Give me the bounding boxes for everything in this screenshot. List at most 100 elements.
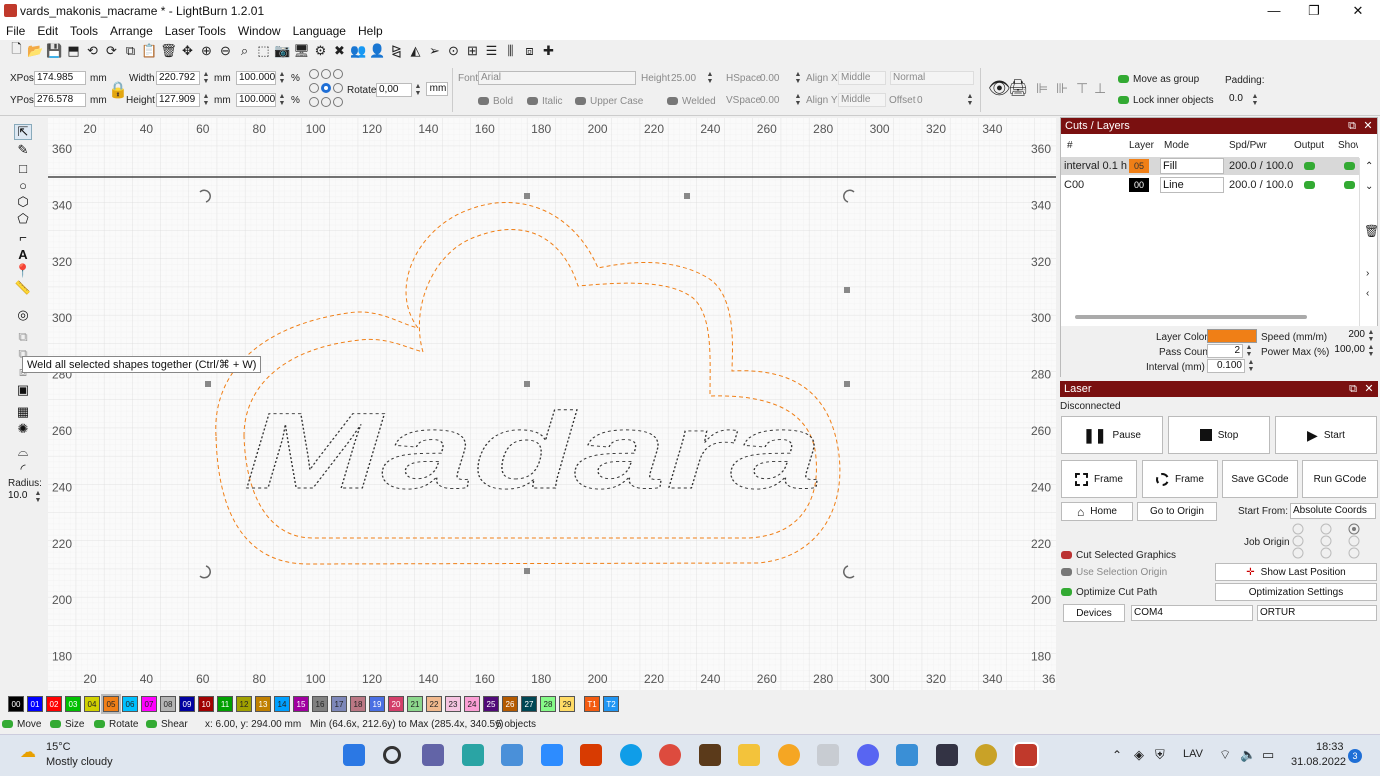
file-explorer-icon[interactable] <box>738 744 760 766</box>
delete-layer-icon[interactable]: 🗑 <box>1364 224 1379 238</box>
vspace-input[interactable]: 0.00 <box>760 95 779 106</box>
stop-button[interactable]: Stop <box>1168 416 1270 454</box>
move-icon[interactable]: ✥ <box>179 43 196 60</box>
round-corner-icon[interactable]: ◜ <box>14 461 32 477</box>
corner-icon[interactable]: ⌐ <box>14 229 32 245</box>
palette-swatch-12[interactable]: 12 <box>236 696 252 712</box>
text-mode-select[interactable]: Normal <box>890 71 974 85</box>
monitor-icon[interactable]: 🖥 <box>293 43 310 60</box>
zoom-app-icon[interactable] <box>541 744 563 766</box>
mirror-icon[interactable]: ◭ <box>407 43 424 60</box>
tabs-icon[interactable]: ⌓ <box>14 444 32 460</box>
zoom-fit-icon[interactable]: ⌕ <box>236 43 253 60</box>
padding-spin-icon[interactable]: ▲ ▼ <box>1251 93 1259 107</box>
group-icon[interactable]: 👥 <box>350 43 367 60</box>
pass-spin-icon[interactable]: ▲ ▼ <box>1245 344 1253 358</box>
optimize-cut-path-toggle[interactable]: Optimize Cut Path <box>1076 587 1157 598</box>
mode-select[interactable]: Line <box>1160 177 1224 193</box>
palette-swatch-15[interactable]: 15 <box>293 696 309 712</box>
text-tool-icon[interactable]: A <box>14 246 32 262</box>
app-icon[interactable] <box>778 744 800 766</box>
open-folder-icon[interactable]: 📂 <box>27 43 44 60</box>
palette-swatch-18[interactable]: 18 <box>350 696 366 712</box>
expand-icon[interactable]: › <box>1366 268 1369 279</box>
vspace-spin-icon[interactable]: ▲ ▼ <box>794 93 802 107</box>
menu-edit[interactable]: Edit <box>31 24 64 38</box>
measure-icon[interactable]: 📏 <box>14 280 32 296</box>
menu-window[interactable]: Window <box>232 24 287 38</box>
menu-laser-tools[interactable]: Laser Tools <box>159 24 232 38</box>
shape-icon[interactable]: ⬠ <box>14 211 32 227</box>
rotate-unit-button[interactable]: mm <box>426 82 448 96</box>
palette-swatch-21[interactable]: 21 <box>407 696 423 712</box>
radius-spin-icon[interactable]: ▲ ▼ <box>34 490 42 504</box>
palette-swatch-10[interactable]: 10 <box>198 696 214 712</box>
move-down-icon[interactable]: ⌄ <box>1365 181 1373 192</box>
input-language[interactable]: LAV <box>1183 748 1203 760</box>
start-from-select[interactable]: Absolute Coords <box>1290 503 1376 519</box>
palette-swatch-05[interactable]: 05 <box>101 694 121 714</box>
camera-icon[interactable]: 📷 <box>274 43 291 60</box>
delete-icon[interactable]: 🗑 <box>160 43 177 60</box>
palette-swatch-01[interactable]: 01 <box>27 696 43 712</box>
home-button[interactable]: ⌂ Home <box>1061 502 1133 521</box>
palette-swatch-04[interactable]: 04 <box>84 696 100 712</box>
arrange-icon[interactable]: ⧈ <box>521 43 538 60</box>
new-file-icon[interactable]: 🗋 <box>8 41 25 60</box>
close-button[interactable]: ✕ <box>1336 0 1380 22</box>
float-panel-icon[interactable]: ⧉ <box>1346 381 1360 397</box>
shear-toggle[interactable]: Shear <box>161 719 188 730</box>
palette-swatch-14[interactable]: 14 <box>274 696 290 712</box>
devices-button[interactable]: Devices <box>1063 604 1125 622</box>
font-select[interactable]: Arial <box>478 71 636 85</box>
bold-toggle[interactable]: Bold <box>493 96 513 107</box>
menu-tools[interactable]: Tools <box>64 24 104 38</box>
palette-swatch-26[interactable]: 26 <box>502 696 518 712</box>
windows-start-icon[interactable] <box>343 744 365 766</box>
notification-badge[interactable]: 3 <box>1348 749 1362 763</box>
show-toggle[interactable] <box>1344 181 1355 190</box>
interval-spin-icon[interactable]: ▲ ▼ <box>1247 359 1255 373</box>
palette-swatch-T2[interactable]: T2 <box>603 696 619 712</box>
pause-button[interactable]: ❚❚ Pause <box>1061 416 1163 454</box>
interval-input[interactable]: 0.100 <box>1207 359 1245 373</box>
speed-spin-icon[interactable]: ▲ ▼ <box>1367 329 1375 343</box>
ypos-input[interactable]: 276.578 <box>34 93 86 107</box>
tray-chevron-icon[interactable]: ⌃ <box>1112 748 1122 762</box>
intersect-icon[interactable]: ▣ <box>14 382 32 398</box>
ungroup-icon[interactable]: 👤 <box>369 43 386 60</box>
table-row[interactable]: C00 00 Line 200.0 / 100.0 <box>1061 176 1359 194</box>
palette-swatch-29[interactable]: 29 <box>559 696 575 712</box>
weather-temp[interactable]: 15°C <box>46 741 71 753</box>
clock-date[interactable]: 31.08.2022 <box>1291 756 1346 768</box>
close-panel-icon[interactable]: ✕ <box>1362 381 1376 397</box>
close-panel-icon[interactable]: ✕ <box>1361 118 1375 134</box>
speed-input[interactable]: 200 <box>1329 329 1367 343</box>
palette-swatch-23[interactable]: 23 <box>445 696 461 712</box>
scale-width-input[interactable]: 100.000 <box>236 71 276 85</box>
rotate-input[interactable]: 0,00 <box>376 83 412 97</box>
align-left-icon[interactable]: ⊫ <box>1036 80 1048 97</box>
align-top-icon[interactable]: ⊤ <box>1076 80 1088 97</box>
hspace-spin-icon[interactable]: ▲ ▼ <box>794 71 802 85</box>
edge-icon[interactable] <box>620 744 642 766</box>
teams-icon[interactable] <box>422 744 444 766</box>
grid-array-icon[interactable]: ▦ <box>14 404 32 420</box>
tray-security-icon[interactable]: ⛨ <box>1155 747 1165 763</box>
zoom-selection-icon[interactable]: ⬚ <box>255 43 272 60</box>
maximize-button[interactable]: ❐ <box>1292 0 1336 22</box>
start-button[interactable]: ▶ Start <box>1275 416 1377 454</box>
rotate-spin-icon[interactable]: ▲ ▼ <box>414 83 422 97</box>
run-gcode-button[interactable]: Run GCode <box>1302 460 1378 498</box>
minimize-button[interactable]: — <box>1252 0 1296 22</box>
flip-horizontal-icon[interactable]: ⧎ <box>388 43 405 60</box>
move-as-group-toggle[interactable]: Move as group <box>1133 74 1199 85</box>
machine-icon[interactable]: 🖨 <box>1008 78 1028 98</box>
dock-icon[interactable]: ✚ <box>540 43 557 60</box>
app-icon[interactable] <box>699 744 721 766</box>
battery-icon[interactable]: ▭ <box>1262 747 1274 763</box>
app-icon[interactable] <box>936 744 958 766</box>
align-bottom-icon[interactable]: ⊥ <box>1094 80 1106 97</box>
palette-swatch-09[interactable]: 09 <box>179 696 195 712</box>
app-icon[interactable] <box>462 744 484 766</box>
